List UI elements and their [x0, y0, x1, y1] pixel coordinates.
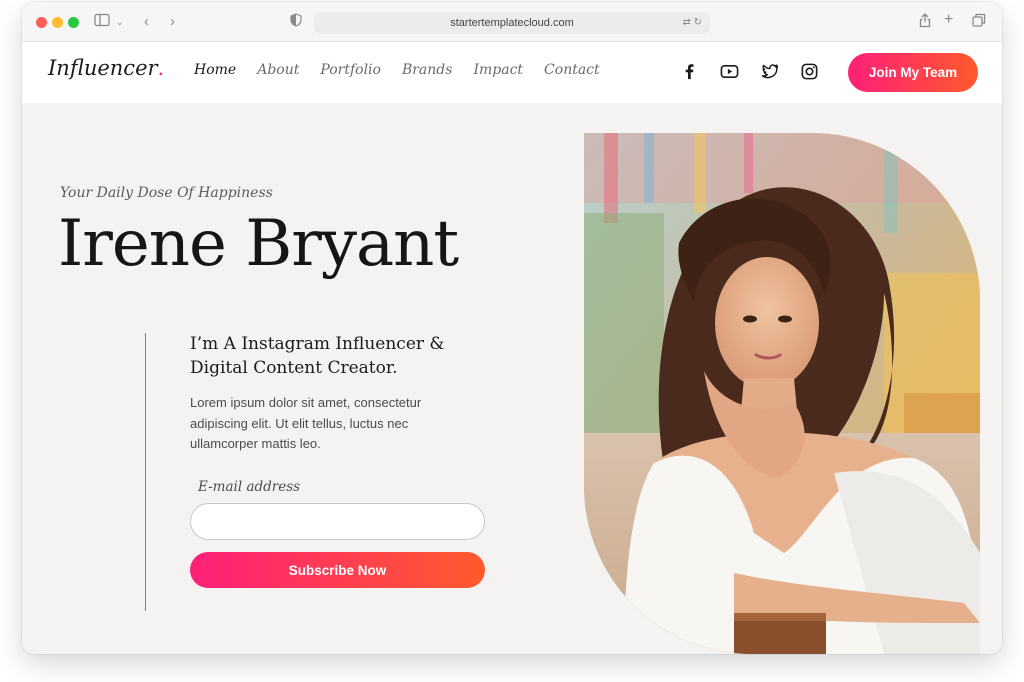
site-logo[interactable]: Influencer.: [48, 56, 164, 80]
browser-toolbar: ⌄ ‹ › startertemplatecloud.com ⇄ ↻ +: [22, 2, 1002, 42]
address-bar[interactable]: startertemplatecloud.com ⇄ ↻: [314, 12, 710, 34]
twitter-icon[interactable]: [760, 62, 779, 81]
close-window-button[interactable]: [36, 17, 47, 28]
forward-icon[interactable]: ›: [170, 13, 175, 31]
minimize-window-button[interactable]: [52, 17, 63, 28]
nav-item-brands[interactable]: Brands: [402, 62, 453, 78]
privacy-shield-icon[interactable]: [290, 13, 302, 32]
hero-subtitle-line: I’m A Instagram Influencer &: [190, 334, 445, 354]
instagram-icon[interactable]: [800, 62, 819, 81]
nav-item-contact[interactable]: Contact: [544, 62, 600, 78]
maximize-window-button[interactable]: [68, 17, 79, 28]
nav-item-home[interactable]: Home: [194, 62, 236, 78]
facebook-icon[interactable]: [680, 62, 699, 81]
share-icon[interactable]: [919, 13, 931, 33]
hero-name: Irene Bryant: [58, 207, 459, 281]
youtube-icon[interactable]: [720, 62, 739, 81]
hero-description: Lorem ipsum dolor sit amet, consectetur …: [190, 395, 422, 451]
chevron-down-icon[interactable]: ⌄: [116, 13, 124, 31]
nav-item-about[interactable]: About: [257, 62, 299, 78]
hero-subtitle-line: Digital Content Creator.: [190, 358, 398, 378]
tab-overview-icon[interactable]: [972, 13, 986, 32]
logo-text: Influencer: [48, 56, 158, 80]
email-label: E-mail address: [198, 479, 301, 495]
nav-item-portfolio[interactable]: Portfolio: [320, 62, 381, 78]
hero-portrait-image: [584, 133, 980, 654]
logo-dot: .: [157, 56, 165, 80]
social-links: [680, 62, 819, 81]
new-tab-icon[interactable]: +: [944, 11, 953, 29]
email-input[interactable]: [190, 503, 485, 540]
back-icon[interactable]: ‹: [144, 13, 149, 31]
hero-subtitle: I’m A Instagram Influencer & Digital Con…: [190, 332, 470, 380]
sidebar-toggle-icon[interactable]: [94, 13, 110, 32]
join-my-team-button[interactable]: Join My Team: [848, 53, 978, 92]
url-text: startertemplatecloud.com: [450, 17, 574, 29]
main-nav: Home About Portfolio Brands Impact Conta…: [194, 62, 600, 78]
nav-item-impact[interactable]: Impact: [473, 62, 523, 78]
translate-reload-icons[interactable]: ⇄ ↻: [682, 12, 702, 34]
site-header: Influencer. Home About Portfolio Brands …: [22, 42, 1002, 103]
subscribe-button[interactable]: Subscribe Now: [190, 552, 485, 588]
hero-section: Your Daily Dose Of Happiness Irene Bryan…: [22, 103, 1002, 654]
accent-divider: [145, 333, 146, 611]
browser-window: ⌄ ‹ › startertemplatecloud.com ⇄ ↻ + Inf…: [22, 2, 1002, 654]
hero-tagline: Your Daily Dose Of Happiness: [60, 185, 273, 201]
